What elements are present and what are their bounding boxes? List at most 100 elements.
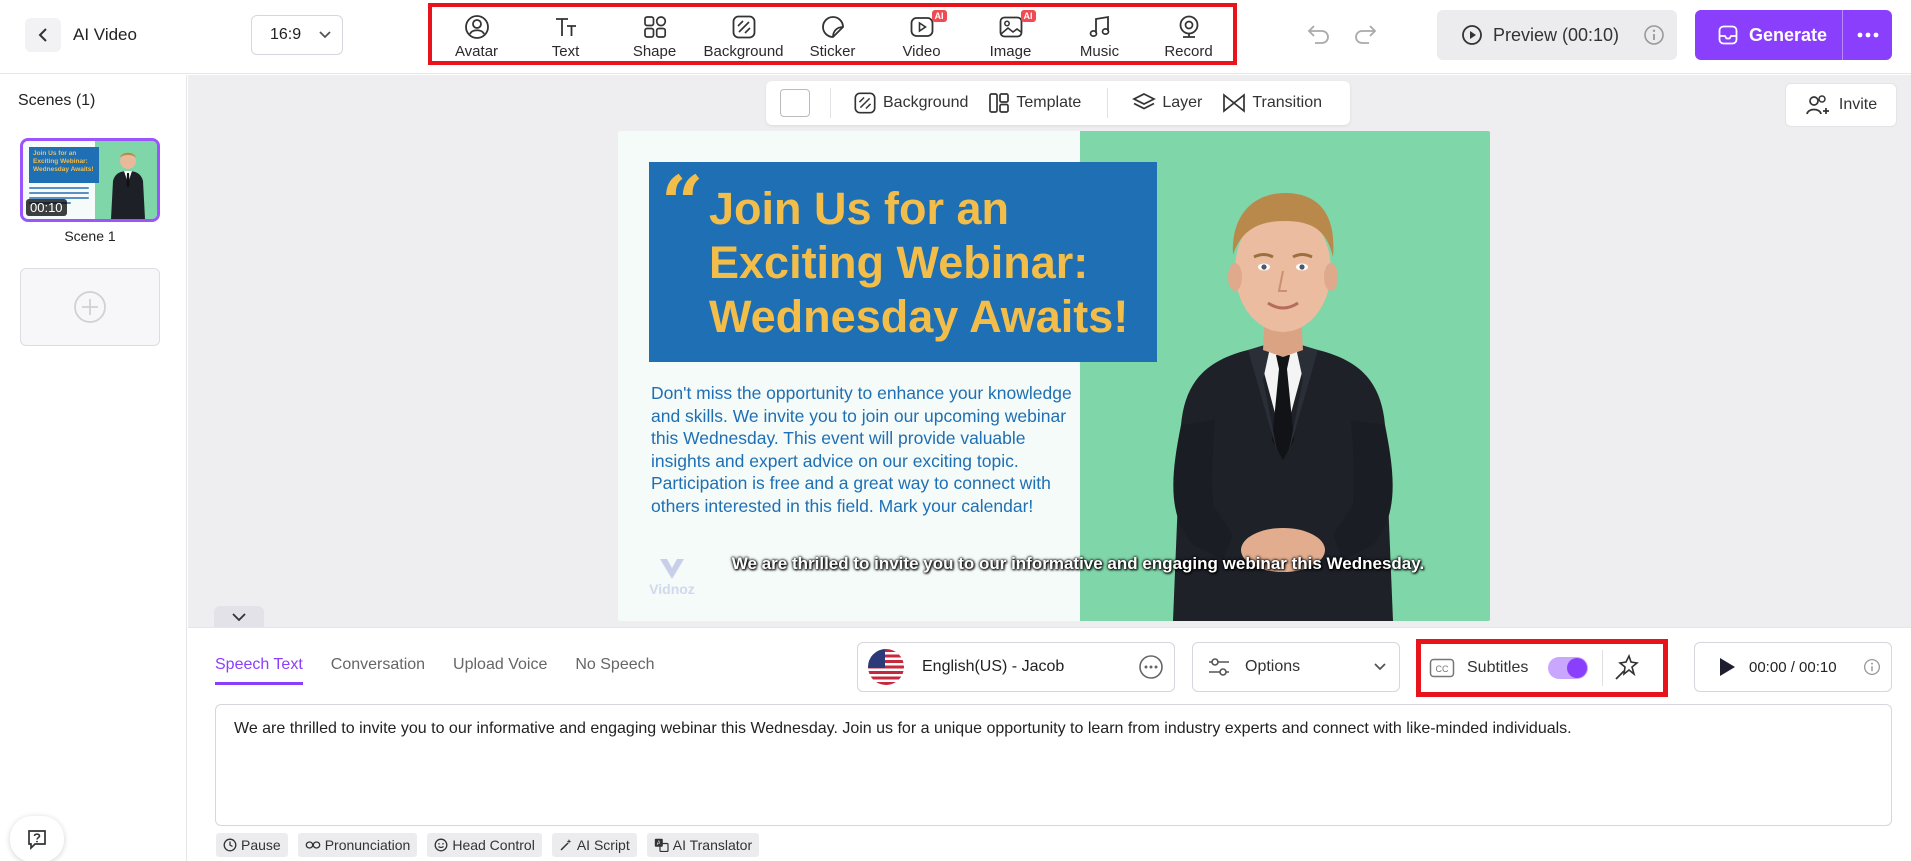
background-icon [854,92,876,114]
tab-no-speech[interactable]: No Speech [575,656,654,685]
add-users-icon [1806,95,1829,115]
tab-speech-text[interactable]: Speech Text [215,656,303,685]
avatar-icon [464,15,489,39]
shape-icon [643,16,666,38]
tool-video[interactable]: AI Video [877,7,966,61]
us-flag-icon [868,649,904,685]
aspect-ratio-select[interactable]: 16:9 [251,15,343,55]
ai-script-button[interactable]: AI Script [551,833,637,857]
back-button[interactable] [25,18,61,52]
pause-button[interactable]: Pause [216,833,288,857]
subtitles-divider [1602,650,1604,686]
vidnoz-logo-icon [660,559,684,579]
quote-mark-icon: “ [661,161,704,247]
transition-button[interactable]: Transition [1212,81,1332,125]
invite-button[interactable]: Invite [1785,83,1897,127]
scene-thumbnail[interactable]: Join Us for an Exciting Webinar: Wednesd… [20,138,160,222]
layer-button[interactable]: Layer [1122,81,1212,125]
scene-name: Scene 1 [64,228,116,244]
vidnoz-watermark: Vidnoz [642,555,702,597]
tool-sticker[interactable]: Sticker [788,7,877,61]
transition-icon [1223,93,1246,113]
add-scene-button[interactable] [20,268,160,346]
slide-canvas[interactable]: “ Join Us for an Exciting Webinar: Wedne… [618,131,1490,621]
more-options-icon[interactable] [1138,654,1164,680]
tool-shape[interactable]: Shape [610,7,699,61]
subtitle-style-button[interactable] [1613,654,1641,682]
options-select[interactable]: Options [1192,642,1400,692]
pronunciation-button[interactable]: Pronunciation [297,833,418,857]
layers-icon [1132,93,1157,110]
tool-label: Music [1079,43,1120,60]
audio-player: 00:00 / 00:10 [1694,642,1892,692]
canvas-background-label: Background [883,94,969,111]
playback-time: 00:00 / 00:10 [1749,658,1837,676]
toolbar-divider [1107,88,1109,118]
tool-label: Avatar [454,43,499,60]
tool-label: Sticker [809,43,856,60]
generate-button[interactable]: Generate [1695,10,1892,60]
translate-icon: A [654,838,669,852]
thumb-avatar-image [111,152,145,219]
redo-icon [1355,25,1377,44]
collapse-panel-button[interactable] [214,606,264,628]
watermark-label: Vidnoz [649,581,695,597]
chip-label: AI Script [576,837,630,853]
canvas-background-button[interactable]: Background [831,81,978,125]
image-icon [999,16,1022,38]
ai-badge: AI [931,10,947,22]
redo-button[interactable] [1352,22,1378,46]
tool-label: Background [703,43,784,60]
tool-image[interactable]: AI Image [966,7,1055,61]
top-bar: AI Video 16:9 Avatar Text Shape Backgrou… [0,0,1911,74]
voice-select[interactable]: English(US) - Jacob [857,642,1175,692]
tab-upload-voice[interactable]: Upload Voice [453,656,547,685]
tool-label: Shape [632,43,677,60]
speech-text-input[interactable]: We are thrilled to invite you to our inf… [215,704,1892,826]
template-icon [989,93,1010,113]
tool-text[interactable]: Text [521,7,610,61]
chip-label: Head Control [452,837,535,853]
magic-style-icon [1615,654,1640,680]
template-button[interactable]: Template [978,81,1091,125]
preview-button[interactable]: Preview (00:10) [1437,10,1677,60]
slide-headline: Join Us for an Exciting Webinar: Wednesd… [709,183,1129,342]
thumb-title: Join Us for an Exciting Webinar: Wednesd… [29,147,99,183]
music-icon [1089,15,1109,37]
scenes-title: Scenes (1) [18,92,96,109]
aspect-ratio-value: 16:9 [270,26,302,43]
subtitles-toggle[interactable] [1548,657,1589,679]
tool-background[interactable]: Background [699,7,788,61]
invite-label: Invite [1838,96,1878,113]
tab-conversation[interactable]: Conversation [331,656,425,685]
undo-button[interactable] [1306,22,1332,46]
chip-label: Pronunciation [324,837,411,853]
chevron-down-icon [232,613,246,622]
canvas-area: Background Template Layer Transition Inv… [188,75,1911,628]
element-toolbar: Avatar Text Shape Background Sticker AI … [428,3,1237,65]
help-chat-icon [28,830,46,851]
tool-label: Text [551,43,580,60]
info-icon[interactable] [1643,24,1665,46]
head-control-button[interactable]: Head Control [427,833,542,857]
preview-label: Preview (00:10) [1493,24,1620,45]
ai-translator-button[interactable]: A AI Translator [646,833,760,857]
ai-badge: AI [1020,10,1036,22]
play-circle-icon [1462,25,1482,45]
help-button[interactable] [10,816,64,861]
slide-headline-box[interactable]: “ Join Us for an Exciting Webinar: Wedne… [649,162,1157,362]
toggle-knob [1567,658,1588,678]
tool-avatar[interactable]: Avatar [432,7,521,61]
transition-label: Transition [1252,94,1322,111]
speech-tabs: Speech Text Conversation Upload Voice No… [215,656,655,685]
scenes-panel: Scenes (1) Join Us for an Exciting Webin… [0,75,187,861]
play-icon[interactable] [1717,656,1737,678]
color-swatch[interactable] [780,89,810,117]
slide-body-text[interactable]: Don't miss the opportunity to enhance yo… [651,382,1081,517]
info-icon[interactable] [1863,658,1881,676]
tool-music[interactable]: Music [1055,7,1144,61]
generate-more-button[interactable] [1842,10,1892,60]
tool-record[interactable]: Record [1144,7,1233,61]
video-icon [910,17,933,37]
voice-label: English(US) - Jacob [922,658,1065,675]
